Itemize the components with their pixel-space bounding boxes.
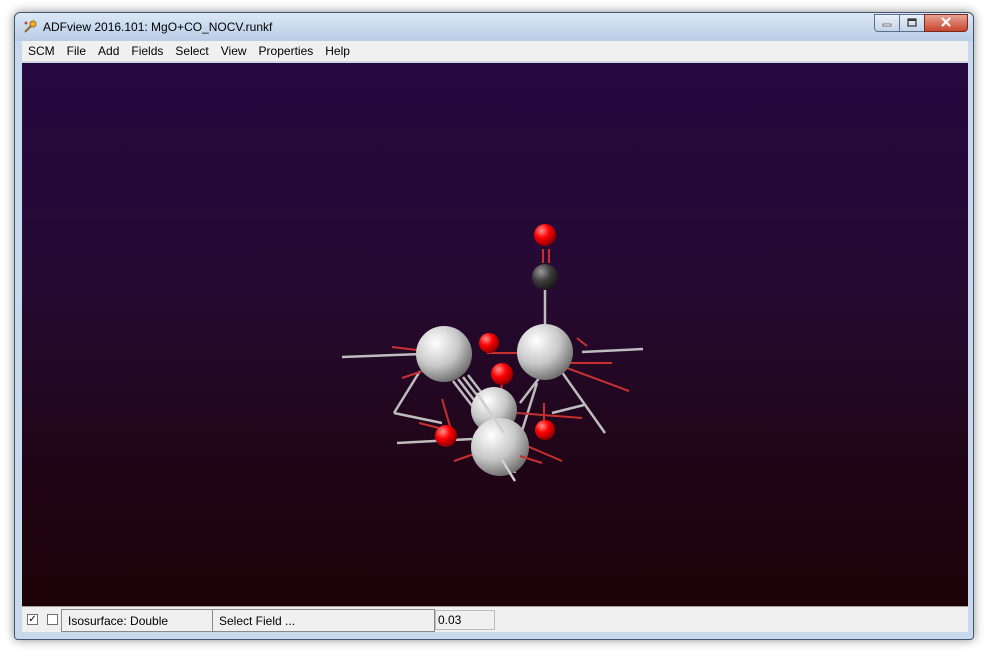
mg-atom-left[interactable]: [416, 326, 472, 382]
menu-select[interactable]: Select: [169, 41, 214, 62]
o-atom-center[interactable]: [491, 363, 513, 385]
o-atom-lower-left[interactable]: [435, 425, 457, 447]
field-selector[interactable]: Select Field ...: [212, 609, 435, 632]
maximize-icon: [907, 16, 917, 30]
status-bar: ✓ Isosurface: Double Select Field ...: [22, 606, 968, 632]
checkbox-isosurface-secondary[interactable]: [47, 614, 58, 625]
o-atom-carbonyl[interactable]: [534, 224, 556, 246]
menu-scm[interactable]: SCM: [22, 41, 61, 62]
mg-atom-right[interactable]: [517, 324, 573, 380]
isovalue-input[interactable]: [435, 610, 495, 630]
menu-view[interactable]: View: [215, 41, 253, 62]
menu-bar: SCM File Add Fields Select View Properti…: [22, 41, 968, 62]
app-window: ADFview 2016.101: MgO+CO_NOCV.runkf SCM …: [14, 12, 974, 640]
field-selector-label: Select Field ...: [219, 614, 296, 628]
window-title: ADFview 2016.101: MgO+CO_NOCV.runkf: [43, 20, 273, 34]
menu-fields[interactable]: Fields: [125, 41, 169, 62]
c-atom-carbonyl[interactable]: [532, 264, 558, 290]
menu-help[interactable]: Help: [319, 41, 356, 62]
isosurface-type-label: Isosurface: Double: [68, 614, 169, 628]
close-button[interactable]: [924, 14, 968, 32]
checkbox-isosurface-visible[interactable]: ✓: [27, 614, 38, 625]
close-icon: [940, 16, 952, 30]
molecule-viewport[interactable]: [22, 63, 968, 606]
adfview-app-icon[interactable]: [23, 20, 37, 34]
menu-properties[interactable]: Properties: [253, 41, 320, 62]
molecule-canvas[interactable]: [22, 63, 968, 606]
menu-add[interactable]: Add: [92, 41, 125, 62]
o-atom-lower-right[interactable]: [535, 420, 555, 440]
isosurface-type-panel[interactable]: Isosurface: Double: [61, 609, 213, 632]
o-atom-top-center[interactable]: [479, 333, 499, 353]
minimize-icon: [882, 16, 892, 30]
menu-file[interactable]: File: [61, 41, 92, 62]
minimize-button[interactable]: [874, 14, 900, 32]
caption-buttons: [874, 14, 968, 32]
maximize-button[interactable]: [899, 14, 925, 32]
title-bar[interactable]: ADFview 2016.101: MgO+CO_NOCV.runkf: [15, 13, 973, 41]
